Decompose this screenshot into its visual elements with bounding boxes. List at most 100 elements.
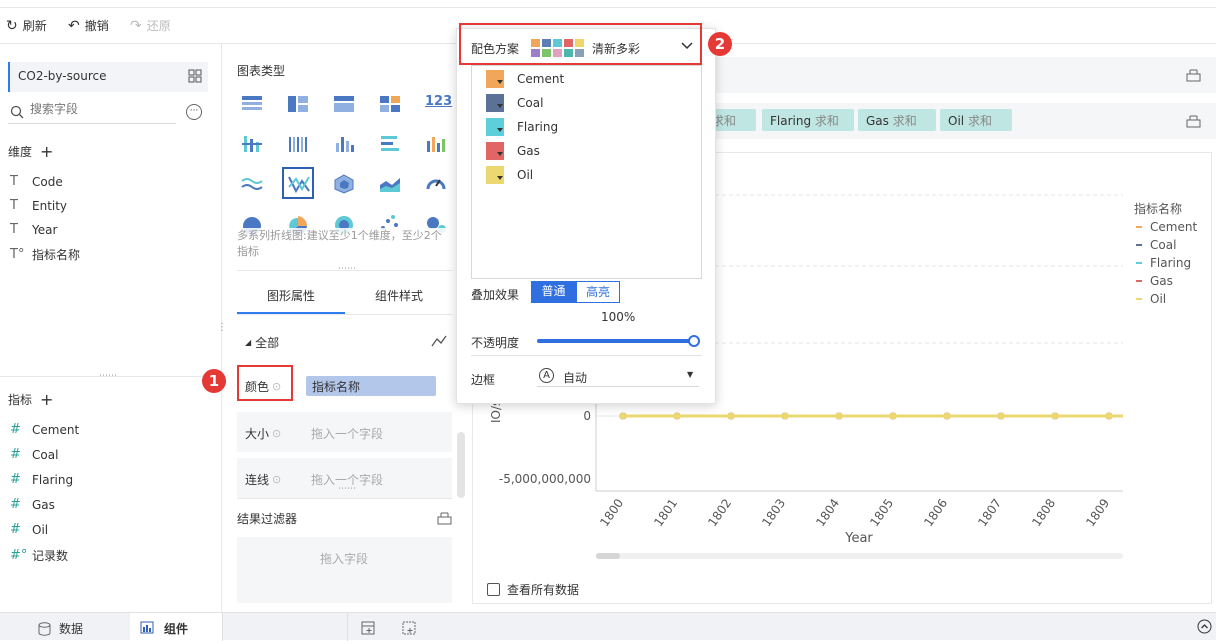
swatch-cement[interactable] — [486, 70, 504, 88]
shelf-settings-icon[interactable] — [1186, 114, 1201, 128]
data-point-oil — [1105, 412, 1113, 420]
switch-dataset-icon[interactable] — [188, 69, 202, 83]
gauge-chart-icon[interactable] — [425, 173, 447, 195]
drag-handle-icon[interactable]: ⋯⋯ — [338, 264, 356, 274]
x-tick-label: 1805 — [867, 496, 896, 529]
x-tick-label: 1809 — [1083, 496, 1112, 529]
dimension-metric-name[interactable]: T° 指标名称 — [10, 246, 80, 263]
border-select[interactable]: A 自动 ▼ — [537, 367, 699, 387]
data-point-oil — [727, 412, 735, 420]
x-tick-label: 1807 — [975, 496, 1004, 529]
swatch-coal[interactable] — [486, 94, 504, 112]
measure-pill-flaring[interactable]: Flaring 求和 — [762, 109, 854, 131]
x-tick-label: 1806 — [921, 496, 950, 529]
search-input[interactable] — [30, 102, 170, 116]
component-tab[interactable]: 组件 — [130, 613, 222, 641]
swatch-oil[interactable] — [486, 166, 504, 184]
props-scrollbar[interactable] — [457, 432, 465, 498]
resize-handle-icon[interactable]: ⋯⋯ — [99, 371, 117, 381]
size-drop-zone[interactable]: 拖入一个字段 — [311, 425, 383, 442]
opacity-slider-handle[interactable] — [688, 335, 700, 347]
overlay-bright-button[interactable]: 高亮 — [576, 281, 620, 303]
grouped-bar-icon[interactable] — [287, 133, 309, 155]
swatch-gas[interactable] — [486, 142, 504, 160]
add-dimension-icon[interactable]: + — [40, 142, 53, 161]
measure-flaring[interactable]: # Flaring — [10, 472, 73, 487]
line-type-icon[interactable] — [431, 334, 447, 348]
filter-settings-icon[interactable] — [437, 511, 452, 525]
gear-icon[interactable]: ⊙ — [272, 473, 281, 486]
refresh-icon: ↻ — [6, 17, 18, 34]
tab-graphic-props[interactable]: 图形属性 — [267, 287, 315, 304]
line-property[interactable]: 连线 ⊙ — [245, 471, 281, 488]
dimension-year[interactable]: T Year — [10, 222, 57, 237]
measure-cement[interactable]: # Cement — [10, 422, 79, 437]
dimension-entity[interactable]: T Entity — [10, 198, 67, 213]
collapse-up-icon[interactable] — [1197, 619, 1212, 634]
add-measure-icon[interactable]: + — [40, 390, 53, 409]
filter-title: 结果过滤器 — [237, 512, 298, 526]
item-label: Gas — [517, 144, 540, 158]
redo-button[interactable]: ↷ 还原 — [130, 17, 171, 34]
more-icon[interactable]: ··· — [186, 104, 202, 120]
bar-chart-icon[interactable] — [333, 133, 355, 155]
dimension-code[interactable]: T Code — [10, 174, 63, 189]
color-scheme-popup: 配色方案 清新多彩 Cement Coal Flaring Gas Oil 叠加… — [456, 28, 716, 404]
annotation-badge-1: 1 — [202, 369, 226, 393]
size-property[interactable]: 大小 ⊙ — [245, 425, 281, 442]
field-search[interactable] — [8, 100, 176, 124]
wave-line-icon[interactable] — [241, 173, 263, 195]
data-point-oil — [619, 412, 627, 420]
shelf-settings-icon[interactable] — [1186, 68, 1201, 82]
indicator-card-icon[interactable] — [379, 93, 401, 115]
add-component-icon[interactable] — [361, 621, 375, 635]
bottom-bar: 数据 组件 — [0, 612, 1216, 641]
horizontal-bar-icon[interactable] — [379, 133, 401, 155]
swatch-flaring[interactable] — [486, 118, 504, 136]
opacity-label: 不透明度 — [471, 336, 520, 350]
group-table-icon[interactable] — [287, 93, 309, 115]
filter-drop-zone[interactable]: 拖入字段 — [237, 537, 452, 603]
border-label: 边框 — [471, 373, 496, 387]
gear-icon[interactable]: ⊙ — [272, 427, 281, 440]
measure-pill-oil[interactable]: Oil 求和 — [940, 109, 1012, 131]
stacked-bar-icon[interactable] — [241, 133, 263, 155]
dataset-selector[interactable]: CO2-by-source — [8, 62, 208, 92]
multi-line-chart-selected[interactable] — [282, 167, 314, 199]
tab-component-style[interactable]: 组件样式 — [375, 287, 423, 304]
measure-header: 指标 + — [8, 390, 54, 409]
chart-scrollbar-track — [596, 553, 1123, 559]
measure-pill-gas[interactable]: Gas 求和 — [858, 109, 936, 131]
data-point-oil — [781, 412, 789, 420]
area-chart-icon[interactable] — [379, 173, 401, 195]
y-tick-label: 0 — [583, 409, 591, 423]
measure-gas[interactable]: # Gas — [10, 497, 55, 512]
color-field-pill[interactable]: 指标名称 — [306, 376, 436, 396]
overlay-label: 叠加效果 — [471, 288, 520, 302]
radar-chart-icon[interactable] — [333, 173, 355, 195]
opacity-slider-track[interactable] — [537, 339, 693, 343]
legend-label: Cement — [1150, 220, 1197, 234]
undo-button[interactable]: ↶ 撤销 — [68, 17, 109, 34]
kpi-number-icon[interactable]: 123 — [425, 94, 452, 116]
overlay-normal-button[interactable]: 普通 — [531, 281, 576, 303]
highlight-color-box — [237, 365, 293, 401]
drag-handle-icon[interactable]: ⋯⋯ — [338, 484, 356, 494]
collapse-handle-icon[interactable]: ⋮ — [217, 322, 227, 333]
checkbox[interactable] — [487, 583, 500, 596]
caret-down-icon: ▼ — [687, 370, 694, 379]
combo-bar-icon[interactable] — [425, 133, 447, 155]
table-chart-icon[interactable] — [241, 93, 263, 115]
chart-scrollbar-thumb — [596, 553, 620, 559]
legend-label: Gas — [1150, 274, 1173, 288]
measure-record-count[interactable]: #° 记录数 — [10, 547, 68, 564]
measure-coal[interactable]: # Coal — [10, 447, 58, 462]
data-tab[interactable]: 数据 — [38, 620, 83, 637]
view-all-data[interactable]: 查看所有数据 — [487, 581, 579, 598]
data-point-oil — [835, 412, 843, 420]
all-section-toggle[interactable]: ◢ 全部 — [245, 334, 279, 351]
cross-table-icon[interactable] — [333, 93, 355, 115]
add-dashboard-icon[interactable] — [402, 621, 416, 635]
measure-oil[interactable]: # Oil — [10, 522, 48, 537]
refresh-button[interactable]: ↻ 刷新 — [6, 17, 47, 34]
